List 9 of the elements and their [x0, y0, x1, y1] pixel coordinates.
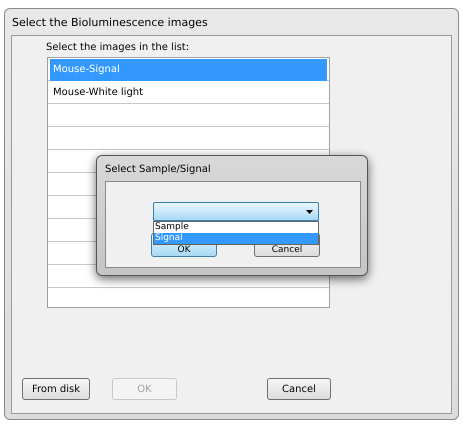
dialog-title: Select Sample/Signal — [105, 163, 211, 177]
dropdown[interactable] — [153, 202, 319, 221]
caret-icon — [306, 210, 313, 214]
cancel-button[interactable]: Cancel — [267, 378, 331, 400]
list-label: Select the images in the list: — [46, 42, 190, 53]
window-title: Select the Bioluminescence images — [11, 15, 208, 31]
from-disk-button[interactable]: From disk — [22, 378, 90, 400]
dropdown-option[interactable]: Sample — [154, 222, 318, 233]
list-item[interactable]: Mouse-White light — [50, 82, 327, 104]
